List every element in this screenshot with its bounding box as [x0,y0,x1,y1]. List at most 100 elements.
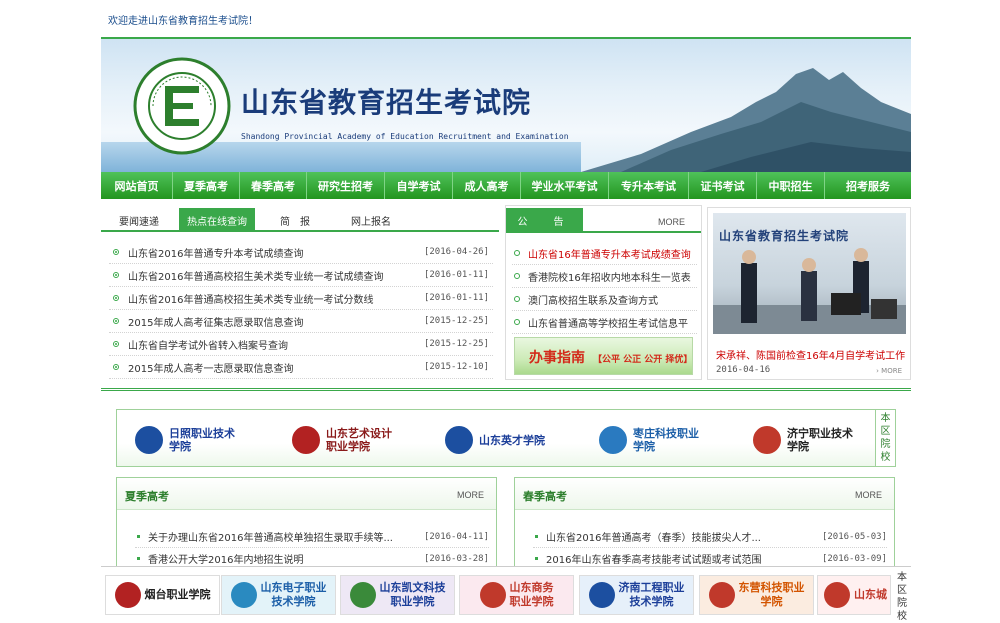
nav-item-services[interactable]: 招考服务 [825,172,911,199]
school-logo-icon [588,582,615,608]
nav-item-certificate[interactable]: 证书考试 [689,172,757,199]
nav-item-summer-exam[interactable]: 夏季高考 [173,172,240,199]
schools-strip: 日照职业技术 学院 山东艺术设计 职业学院 山东英才学院 枣庄科技职业 学院 济宁职业… [116,409,896,467]
hot-query-list: 山东省2016年普通专升本考试成绩查询 [2016-04-26] 山东省2016年… [109,241,493,379]
bullet-icon [113,249,119,255]
photo-more-link[interactable]: › MORE [876,367,902,375]
site-subtitle: Shandong Provincial Academy of Education… [241,132,569,141]
list-item[interactable]: 澳门高校招生联系及查询方式 [512,288,697,311]
site-title: 山东省教育招生考试院 [241,86,532,119]
hot-query-panel: 要闻速递 热点在线查询 简 报 网上报名 山东省2016年普通专升本考试成绩查询… [101,205,499,380]
list-item[interactable]: 山东省2016年普通高考（春季）技能拔尖人才... [2016-05-03] [533,526,887,548]
news-photo[interactable]: 山东省教育招生考试院 [713,213,906,334]
summer-exam-title: 夏季高考 [125,490,169,503]
list-item[interactable]: 2015年成人高考征集志愿录取信息查询 [2015-12-25] [109,310,493,333]
photo-date: 2016-04-16 [716,365,771,375]
tab-news[interactable]: 要闻速递 [109,208,169,232]
float-school-jinan-engineering[interactable]: 济南工程职业 技术学院 [579,575,694,615]
spring-exam-title: 春季高考 [523,490,567,503]
nav-item-upgrade[interactable]: 专升本考试 [609,172,689,199]
tab-bulletin[interactable]: 简 报 [265,208,325,232]
float-school-yantai[interactable]: 烟台职业学院 [105,575,220,615]
summer-exam-list: 关于办理山东省2016年普通高校单独招生录取手续等... [2016-04-11]… [135,526,489,570]
list-item[interactable]: 香港院校16年招收内地本科生一览表 [512,265,697,288]
guide-slogan: 【公平 公正 公开 择优】 [593,355,693,365]
bullet-icon [113,295,119,301]
tab-hot-query[interactable]: 热点在线查询 [179,208,255,232]
school-logo-icon [349,582,376,608]
notice-header: 公 告 MORE [506,206,701,233]
school-link-rizhao[interactable]: 日照职业技术 学院 [135,424,235,456]
notice-panel: 公 告 MORE 山东省16年普通专升本考试成绩查询 香港院校16年招收内地本科… [505,205,702,380]
notice-list: 山东省16年普通专升本考试成绩查询 香港院校16年招收内地本科生一览表 澳门高校… [512,242,697,334]
list-item[interactable]: 山东省2016年普通高校招生美术类专业统一考试分数线 [2016-01-11] [109,287,493,310]
bullet-icon [514,250,520,256]
spring-exam-list: 山东省2016年普通高考（春季）技能拔尖人才... [2016-05-03] 20… [533,526,887,570]
list-item[interactable]: 山东省普通高等学校招生考试信息平 [512,311,697,334]
bullet-icon [535,557,538,560]
tab-online-signup[interactable]: 网上报名 [341,208,401,232]
nav-item-proficiency[interactable]: 学业水平考试 [521,172,609,199]
section-divider [101,388,911,391]
school-logo-icon [114,582,141,608]
bullet-icon [514,319,520,325]
summer-more-link[interactable]: MORE [457,490,484,500]
photo-caption[interactable]: 宋承祥、陈国前检查16年4月自学考试工作 [716,347,905,362]
list-item[interactable]: 山东省16年普通专升本考试成绩查询 [512,242,697,265]
bullet-icon [514,273,520,279]
local-schools-label[interactable]: 本区院校 [875,410,895,466]
float-school-shandong-business[interactable]: 山东商务 职业学院 [459,575,574,615]
bullet-icon [514,296,520,302]
notice-more-link[interactable]: MORE [658,217,685,227]
nav-item-adult-exam[interactable]: 成人高考 [453,172,521,199]
bullet-icon [137,535,140,538]
list-item[interactable]: 山东省自学考试外省转入档案号查询 [2015-12-25] [109,333,493,356]
list-item[interactable]: 山东省2016年普通高校招生美术类专业统一考试成绩查询 [2016-01-11] [109,264,493,287]
school-logo-icon [135,426,163,454]
school-logo-icon [479,582,506,608]
list-item[interactable]: 山东省2016年普通专升本考试成绩查询 [2016-04-26] [109,241,493,264]
school-logo-icon [824,582,850,608]
floating-school-bar: 烟台职业学院 山东电子职业 技术学院 山东凯文科技 职业学院 山东商务 职业学院 济南… [101,566,911,622]
people-illustration [713,248,906,334]
school-logo-icon [599,426,627,454]
welcome-text: 欢迎走进山东省教育招生考试院！ [108,16,258,27]
nav-item-spring-exam[interactable]: 春季高考 [240,172,307,199]
school-link-jining[interactable]: 济宁职业技术 学院 [753,424,853,456]
float-school-shandong-electronic[interactable]: 山东电子职业 技术学院 [221,575,336,615]
school-link-yingcai[interactable]: 山东英才学院 [445,424,545,456]
bullet-icon [113,341,119,347]
nav-item-vocational[interactable]: 中职招生 [757,172,825,199]
float-school-shandong-city[interactable]: 山东城 [817,575,891,615]
list-item[interactable]: 关于办理山东省2016年普通高校单独招生录取手续等... [2016-04-11] [135,526,489,548]
bullet-icon [535,535,538,538]
float-local-schools-label[interactable]: 本区院校 [893,571,911,623]
float-school-kaiwen[interactable]: 山东凯文科技 职业学院 [340,575,455,615]
school-logo-icon [753,426,781,454]
nav-item-self-study[interactable]: 自学考试 [385,172,453,199]
school-link-shandong-art-design[interactable]: 山东艺术设计 职业学院 [292,424,392,456]
nav-item-graduate[interactable]: 研究生招考 [307,172,385,199]
academy-emblem [133,57,231,155]
summer-exam-header: 夏季高考 MORE [117,478,496,510]
mountain-graphic [581,68,911,172]
spring-exam-header: 春季高考 MORE [515,478,894,510]
nav-item-home[interactable]: 网站首页 [101,172,173,199]
list-item[interactable]: 2015年成人高考一志愿录取信息查询 [2015-12-10] [109,356,493,379]
bullet-icon [137,557,140,560]
bullet-icon [113,364,119,370]
school-link-zaozhuang[interactable]: 枣庄科技职业 学院 [599,424,699,456]
top-bar: 欢迎走进山东省教育招生考试院！ [101,0,911,37]
school-logo-icon [708,582,735,608]
bullet-icon [113,272,119,278]
site-banner: 山东省教育招生考试院 Shandong Provincial Academy o… [101,37,911,172]
guide-title: 办事指南 [529,350,585,366]
service-guide-banner[interactable]: 办事指南 【公平 公正 公开 择优】 [514,337,693,375]
bullet-icon [113,318,119,324]
school-logo-icon [292,426,320,454]
school-logo-icon [445,426,473,454]
float-school-dongying[interactable]: 东营科技职业 学院 [699,575,814,615]
school-logo-icon [230,582,257,608]
tab-bar: 要闻速递 热点在线查询 简 报 网上报名 [101,205,499,232]
spring-more-link[interactable]: MORE [855,490,882,500]
